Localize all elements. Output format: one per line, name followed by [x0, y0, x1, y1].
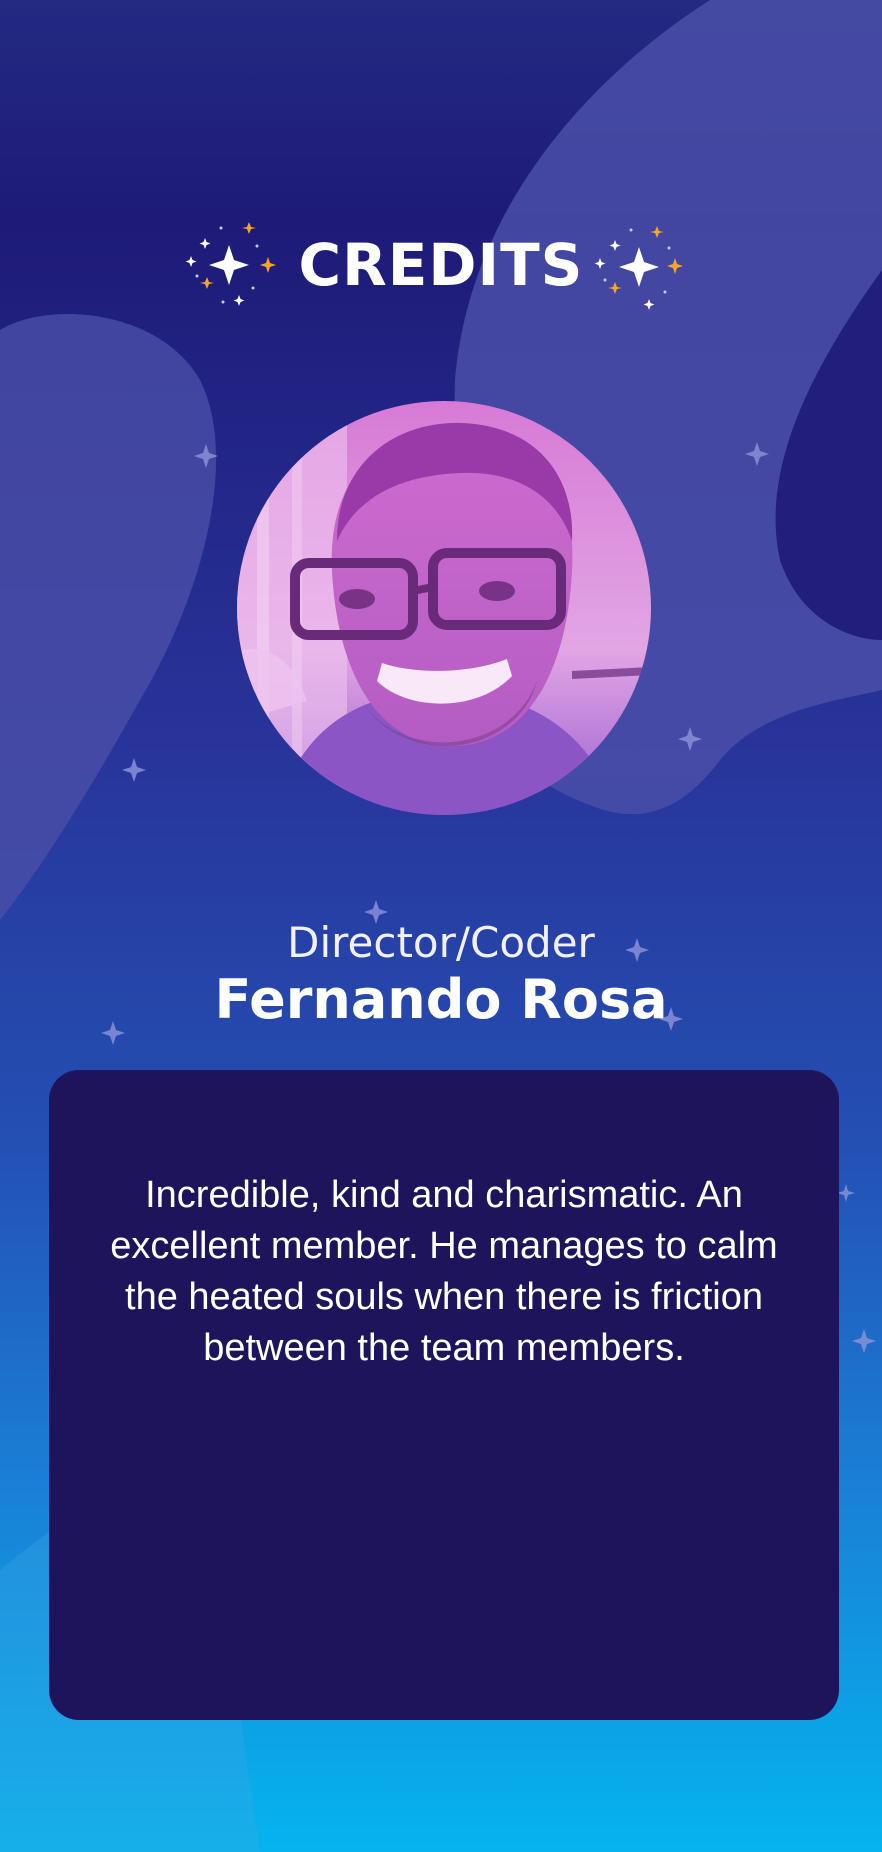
credits-screen: CREDITS Director/Coder Fernando Rosa Inc… [0, 0, 882, 1852]
sparkle-left-icon [185, 222, 276, 306]
sparkle-right-icon [594, 226, 684, 310]
member-bio: Incredible, kind and charismatic. An exc… [110, 1174, 778, 1369]
page-title: CREDITS [298, 231, 584, 299]
member-name: Fernando Rosa [214, 968, 668, 1031]
credits-header: CREDITS [0, 210, 882, 320]
bio-card: Incredible, kind and charismatic. An exc… [49, 1070, 839, 1720]
member-role: Director/Coder [287, 918, 595, 967]
portrait-photo-icon [237, 401, 651, 815]
member-photo [237, 401, 651, 815]
